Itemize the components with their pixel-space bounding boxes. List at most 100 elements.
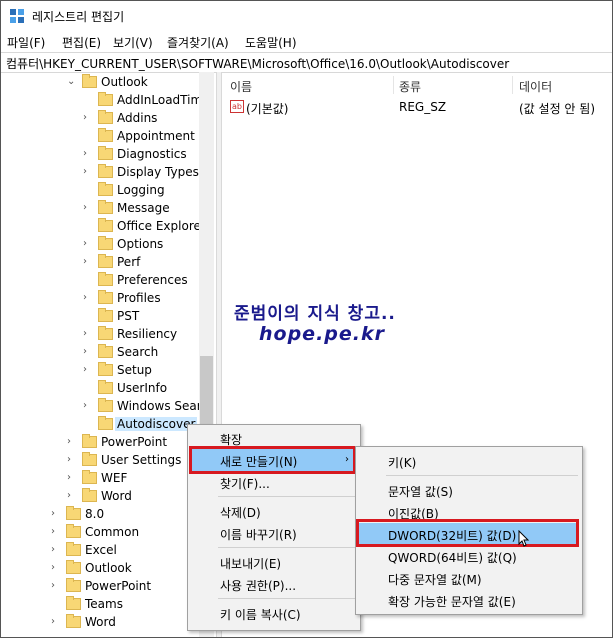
tree-item[interactable]: › Common [1, 524, 201, 542]
value-name: (기본값) [246, 102, 289, 116]
tree-item[interactable]: › Outlook [1, 560, 201, 578]
menu-edit[interactable]: 편집(E) [62, 34, 101, 51]
menu-item-binary-value[interactable]: 이진값(B) [356, 501, 582, 523]
chevron-right-icon[interactable]: › [83, 257, 93, 267]
chevron-right-icon: › [345, 454, 349, 465]
menu-item-multi-string-value[interactable]: 다중 문자열 값(M) [356, 567, 582, 589]
tree-item[interactable]: › Message [1, 200, 201, 218]
folder-icon [98, 164, 113, 178]
menu-favorites[interactable]: 즐겨찾기(A) [167, 34, 229, 51]
tree-item[interactable]: › Options [1, 236, 201, 254]
tree-item[interactable]: › Word [1, 488, 201, 506]
tree-item[interactable]: › 8.0 [1, 506, 201, 524]
folder-icon [98, 146, 113, 160]
tree-item[interactable]: UserInfo [1, 380, 201, 398]
title-bar: 레지스트리 편집기 [1, 1, 612, 31]
chevron-right-icon[interactable]: › [83, 347, 93, 357]
menu-item-export[interactable]: 내보내기(E) [188, 551, 360, 573]
tree-item[interactable]: › Excel [1, 542, 201, 560]
column-header-data[interactable]: 데이터 [519, 78, 552, 95]
tree-item[interactable]: Preferences [1, 272, 201, 290]
tree-item[interactable]: AddInLoadTimes [1, 92, 214, 110]
tree-item[interactable]: › Resiliency [1, 326, 201, 344]
chevron-right-icon[interactable]: › [51, 509, 61, 519]
folder-icon [98, 218, 113, 232]
tree-item[interactable]: › PowerPoint [1, 578, 201, 596]
menu-file[interactable]: 파일(F) [7, 34, 45, 51]
menu-item-expand[interactable]: 확장 [188, 427, 360, 449]
value-data: (값 설정 안 됨) [519, 102, 596, 116]
chevron-right-icon[interactable]: › [67, 491, 77, 501]
tree-item[interactable]: › Word [1, 614, 201, 632]
menu-item-rename[interactable]: 이름 바꾸기(R) [188, 522, 360, 544]
menu-item-expandable-string-value[interactable]: 확장 가능한 문자열 값(E) [356, 589, 582, 611]
menu-item-dword-value[interactable]: DWORD(32비트) 값(D) [359, 523, 579, 545]
tree-item[interactable]: › Profiles [1, 290, 201, 308]
folder-icon [98, 92, 113, 106]
folder-icon [82, 488, 97, 502]
menu-item-key[interactable]: 키(K) [356, 450, 582, 472]
tree-item[interactable]: › Addins [1, 110, 201, 128]
folder-icon [98, 398, 113, 412]
chevron-right-icon[interactable]: › [83, 239, 93, 249]
tree-item[interactable]: Logging [1, 182, 201, 200]
folder-icon [98, 362, 113, 376]
menu-item-string-value[interactable]: 문자열 값(S) [356, 479, 582, 501]
menu-item-permissions[interactable]: 사용 권한(P)... [188, 573, 360, 595]
string-value-icon: ab [230, 100, 244, 113]
address-bar[interactable]: 컴퓨터\HKEY_CURRENT_USER\SOFTWARE\Microsoft… [1, 52, 612, 73]
tree-item[interactable]: › Search [1, 344, 201, 362]
tree-item[interactable]: › Perf [1, 254, 201, 272]
column-divider[interactable] [512, 76, 513, 94]
chevron-right-icon[interactable]: › [83, 149, 93, 159]
chevron-right-icon[interactable]: › [67, 437, 77, 447]
tree-item[interactable]: Appointment [1, 128, 201, 146]
tree-item[interactable]: › Setup [1, 362, 201, 380]
menu-view[interactable]: 보기(V) [113, 34, 153, 51]
chevron-right-icon[interactable]: › [83, 293, 93, 303]
tree-item[interactable]: › PowerPoint [1, 434, 201, 452]
column-divider[interactable] [393, 76, 394, 94]
tree-item[interactable]: › Diagnostics [1, 146, 201, 164]
key-tree: ⌄ Outlook AddInLoadTimes › Addins Appoin… [1, 72, 214, 637]
column-header-name[interactable]: 이름 [230, 78, 252, 95]
chevron-right-icon[interactable]: › [67, 473, 77, 483]
tree-item[interactable]: › WEF [1, 470, 201, 488]
chevron-right-icon[interactable]: › [51, 617, 61, 627]
folder-icon [98, 290, 113, 304]
chevron-down-icon[interactable]: ⌄ [67, 77, 77, 87]
tree-item[interactable]: Teams [1, 596, 201, 614]
chevron-right-icon[interactable]: › [83, 401, 93, 411]
menu-separator [218, 598, 356, 599]
tree-item[interactable]: › Windows Search [1, 398, 214, 416]
tree-item[interactable]: › Display Types [1, 164, 201, 182]
tree-item-autodiscover[interactable]: Autodiscover [1, 416, 201, 434]
menu-item-delete[interactable]: 삭제(D) [188, 500, 360, 522]
folder-icon [98, 326, 113, 340]
column-header-type[interactable]: 종류 [399, 78, 421, 95]
chevron-right-icon[interactable]: › [51, 581, 61, 591]
chevron-right-icon[interactable]: › [51, 563, 61, 573]
menu-item-qword-value[interactable]: QWORD(64비트) 값(Q) [356, 545, 582, 567]
address-path[interactable]: 컴퓨터\HKEY_CURRENT_USER\SOFTWARE\Microsoft… [6, 55, 509, 72]
chevron-right-icon[interactable]: › [83, 203, 93, 213]
folder-icon [98, 272, 113, 286]
context-menu: 확장 새로 만들기(N) › 찾기(F)... 삭제(D) 이름 바꾸기(R) 내… [187, 424, 361, 631]
chevron-right-icon[interactable]: › [83, 113, 93, 123]
menu-item-copy-key-name[interactable]: 키 이름 복사(C) [188, 602, 360, 624]
tree-item[interactable]: Office Explorer [1, 218, 206, 236]
menu-help[interactable]: 도움말(H) [245, 34, 297, 51]
tree-item[interactable]: › User Settings [1, 452, 201, 470]
chevron-right-icon[interactable]: › [83, 365, 93, 375]
chevron-right-icon[interactable]: › [51, 545, 61, 555]
chevron-right-icon[interactable]: › [51, 527, 61, 537]
tree-item[interactable]: PST [1, 308, 201, 326]
value-row[interactable]: ab (기본값) REG_SZ (값 설정 안 됨) [222, 98, 612, 116]
chevron-right-icon[interactable]: › [83, 167, 93, 177]
tree-item-outlook[interactable]: ⌄ Outlook [1, 74, 201, 92]
scrollbar-thumb[interactable] [200, 356, 213, 426]
chevron-right-icon[interactable]: › [83, 329, 93, 339]
chevron-right-icon[interactable]: › [67, 455, 77, 465]
menu-item-new[interactable]: 새로 만들기(N) › [191, 449, 357, 471]
menu-item-find[interactable]: 찾기(F)... [188, 471, 360, 493]
